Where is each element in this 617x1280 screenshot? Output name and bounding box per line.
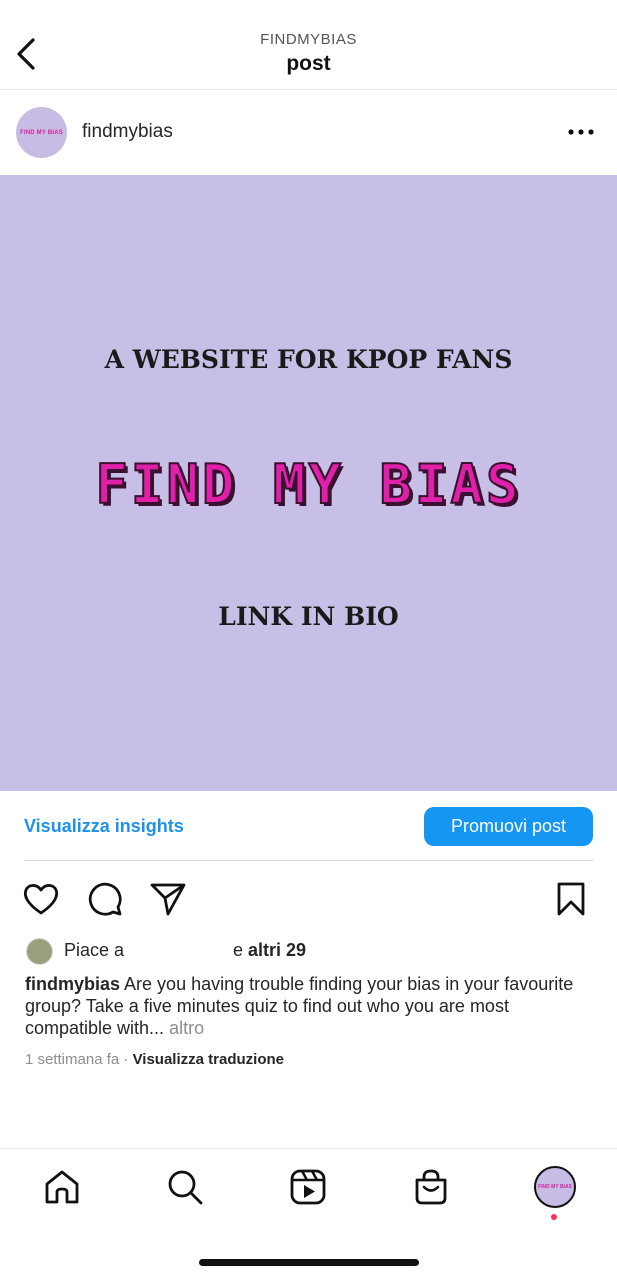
insights-row: Visualizza insights Promuovi post [0,791,617,861]
notification-dot [551,1214,557,1220]
profile-avatar: FIND MY BIAS [534,1166,576,1208]
top-nav-bar: FINDMYBIAS post [0,0,617,90]
post-header: FIND MY BIAS findmybias [0,90,617,175]
avatar-logo-text: FIND MY BIAS [20,129,63,136]
post-image[interactable]: A WEBSITE FOR KPOP FANS FIND MY BIAS LIN… [0,175,617,791]
save-button[interactable] [551,879,591,919]
caption-username[interactable]: findmybias [25,974,120,994]
image-tagline: A WEBSITE FOR KPOP FANS [104,345,513,374]
heart-icon [23,884,59,915]
image-link-text: LINK IN BIO [218,602,399,631]
tab-search[interactable] [163,1165,207,1209]
search-icon [168,1170,203,1205]
view-insights-link[interactable]: Visualizza insights [24,816,184,837]
tab-shop[interactable] [409,1165,453,1209]
caption-more-link[interactable]: altro [169,1018,204,1038]
like-button[interactable] [21,879,61,919]
more-options-button[interactable] [563,120,599,144]
bookmark-icon [557,882,585,916]
home-indicator [199,1259,419,1266]
reels-icon [290,1169,326,1205]
image-logo: FIND MY BIAS [94,452,522,517]
send-icon [150,883,186,916]
likes-prefix: Piace a [64,940,125,960]
account-name-subtitle: FINDMYBIAS [260,31,357,48]
post-meta: 1 settimana fa · Visualizza traduzione [25,1051,284,1068]
profile-avatar-logo: FIND MY BIAS [538,1184,572,1190]
meta-separator: · [123,1051,129,1068]
bottom-tab-bar: FIND MY BIAS [0,1148,617,1230]
tab-reels[interactable] [286,1165,330,1209]
more-horizontal-icon [568,129,594,135]
tab-home[interactable] [40,1165,84,1209]
divider [24,860,593,861]
comment-icon [88,882,122,916]
likes-conjunction: e [233,940,244,960]
post-username[interactable]: findmybias [82,121,173,143]
post-timestamp: 1 settimana fa [25,1051,120,1068]
view-translation-link[interactable]: Visualizza traduzione [133,1051,284,1068]
page-title: post [286,52,331,75]
promote-post-button[interactable]: Promuovi post [424,807,593,846]
avatar[interactable]: FIND MY BIAS [16,107,67,158]
likes-others: e altri 29 [233,940,306,961]
post-actions [0,870,617,930]
likes-others-count[interactable]: altri 29 [248,940,306,960]
tab-profile[interactable]: FIND MY BIAS [533,1165,577,1209]
liker-avatar[interactable] [26,938,53,965]
post-caption: findmybias Are you having trouble findin… [25,973,595,1039]
home-icon [45,1170,79,1204]
shop-icon [415,1169,447,1205]
share-button[interactable] [148,879,188,919]
likes-row: Piace a e altri 29 [24,938,584,966]
comment-button[interactable] [85,879,125,919]
